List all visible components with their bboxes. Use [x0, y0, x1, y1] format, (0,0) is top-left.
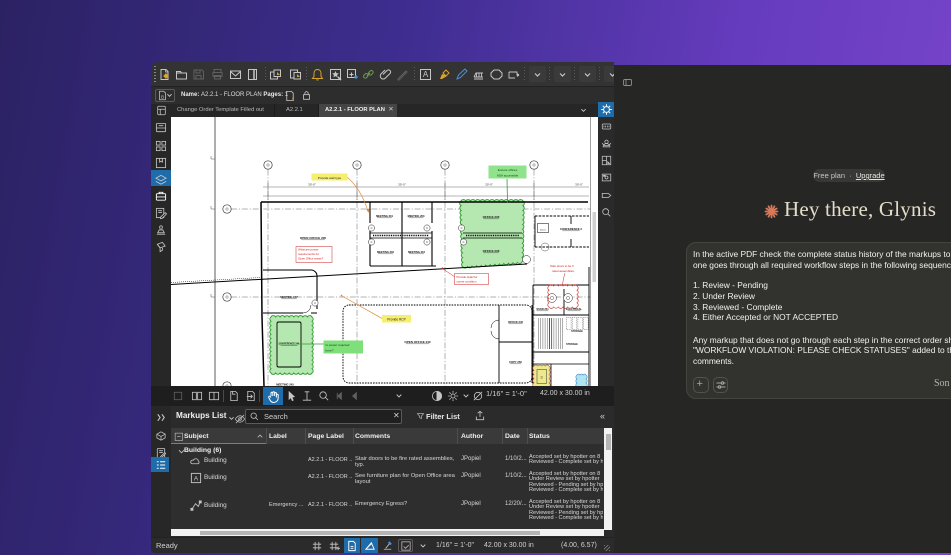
svg-text:STAIR 251: STAIR 251 — [536, 308, 549, 311]
svg-text:MEETING 247: MEETING 247 — [280, 295, 298, 299]
svg-text:ADA accessible: ADA accessible — [497, 174, 519, 178]
svg-text:A: A — [423, 70, 429, 79]
svg-text:OFFICE 206: OFFICE 206 — [483, 249, 500, 253]
svg-text:C: C — [463, 240, 465, 244]
svg-text:UP: UP — [544, 315, 548, 317]
svg-text:OPEN OFFICE 240: OPEN OFFICE 240 — [404, 340, 431, 344]
svg-text:MEETING 203: MEETING 203 — [408, 214, 425, 218]
svg-text:ELECTRICAL: ELECTRICAL — [566, 308, 582, 311]
svg-text:COPY 250: COPY 250 — [509, 360, 522, 364]
svg-text:here?: here? — [326, 349, 334, 353]
svg-text:C: C — [371, 240, 373, 244]
svg-text:Stair doors to be fi: Stair doors to be fi — [550, 264, 574, 268]
svg-text:rated assemblies,: rated assemblies, — [552, 269, 575, 273]
svg-text:AT-01: AT-01 — [540, 229, 546, 232]
svg-text:OPEN OFFICE 200: OPEN OFFICE 200 — [300, 236, 327, 240]
svg-text:C: C — [314, 301, 316, 305]
svg-text:STORAGE: STORAGE — [566, 343, 578, 346]
svg-text:30'-0": 30'-0" — [398, 183, 406, 187]
svg-text:corner condition: corner condition — [457, 280, 477, 284]
svg-text:OFFICE 240: OFFICE 240 — [508, 320, 524, 324]
svg-text:C: C — [461, 226, 463, 230]
svg-text:MEETING 201: MEETING 201 — [376, 214, 393, 218]
svg-text:STORAGE: STORAGE — [571, 330, 583, 333]
svg-text:requirements for: requirements for — [298, 252, 319, 256]
svg-text:What are power: What are power — [298, 248, 318, 252]
svg-text:OFFICE 205: OFFICE 205 — [483, 215, 500, 219]
svg-text:Provide RCP: Provide RCP — [387, 318, 405, 322]
svg-text:Provide wall type: Provide wall type — [318, 176, 342, 180]
svg-text:C: C — [426, 226, 428, 230]
svg-text:MEETING 202: MEETING 202 — [377, 250, 394, 254]
svg-text:MEETING 204: MEETING 204 — [408, 250, 425, 254]
svg-text:CONFERENCE 2: CONFERENCE 2 — [560, 227, 582, 231]
svg-text:Open Office areas?: Open Office areas? — [298, 256, 323, 260]
svg-text:Ensure offices: Ensure offices — [498, 168, 518, 172]
svg-text:30'-0": 30'-0" — [485, 183, 493, 187]
svg-text:C: C — [426, 240, 428, 244]
svg-text:30'-0": 30'-0" — [575, 183, 583, 187]
svg-text:Is power required: Is power required — [326, 343, 350, 347]
svg-text:A: A — [194, 475, 199, 482]
svg-text:Provide detail for: Provide detail for — [457, 275, 478, 279]
svg-text:C: C — [371, 226, 373, 230]
svg-text:30'-0": 30'-0" — [308, 183, 316, 187]
